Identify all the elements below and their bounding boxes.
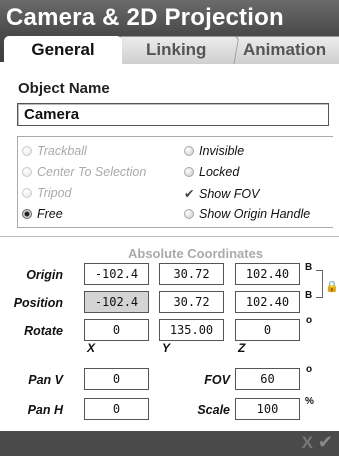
tab-animation[interactable]: Animation bbox=[225, 36, 339, 64]
pan-h-field[interactable]: 0 bbox=[84, 398, 149, 420]
axis-y-label: Y bbox=[162, 341, 171, 355]
toggle-invisible[interactable]: Invisible bbox=[184, 144, 244, 158]
link-bracket bbox=[316, 270, 323, 298]
toggle-locked-label: Locked bbox=[199, 165, 240, 179]
origin-unit: B bbox=[305, 262, 313, 273]
tab-general[interactable]: General bbox=[4, 36, 122, 65]
toggle-locked[interactable]: Locked bbox=[184, 165, 239, 179]
lock-icon[interactable]: 🔒 bbox=[325, 280, 339, 293]
fov-unit: o bbox=[306, 364, 313, 375]
toggle-show-origin-handle-label: Show Origin Handle bbox=[199, 207, 311, 221]
axis-x-label: X bbox=[87, 341, 96, 355]
radio-icon bbox=[22, 167, 32, 177]
toggle-off-icon bbox=[184, 209, 194, 219]
tab-animation-label: Animation bbox=[243, 40, 327, 59]
radio-tripod-label: Tripod bbox=[37, 186, 72, 200]
object-name-field[interactable]: Camera bbox=[17, 103, 329, 126]
origin-label: Origin bbox=[26, 268, 63, 282]
footer-bar: X ✔ bbox=[0, 431, 339, 456]
divider bbox=[0, 236, 339, 237]
position-y-field[interactable]: 30.72 bbox=[159, 291, 224, 313]
origin-x-field[interactable]: -102.4 bbox=[84, 263, 149, 285]
toggle-show-fov[interactable]: ✔ Show FOV bbox=[184, 186, 259, 201]
toggle-off-icon bbox=[184, 146, 194, 156]
position-label: Position bbox=[13, 296, 63, 310]
tab-linking[interactable]: Linking bbox=[112, 36, 240, 64]
scale-field[interactable]: 100 bbox=[235, 398, 300, 420]
toggle-invisible-label: Invisible bbox=[199, 144, 245, 158]
fov-field[interactable]: 60 bbox=[235, 368, 300, 390]
rotate-unit: o bbox=[306, 315, 313, 326]
radio-icon bbox=[22, 188, 32, 198]
radio-center-to-selection: Center To Selection bbox=[22, 165, 146, 179]
pan-v-label: Pan V bbox=[28, 373, 63, 387]
object-name-value: Camera bbox=[24, 106, 80, 123]
fov-label: FOV bbox=[204, 373, 230, 387]
toggle-show-origin-handle[interactable]: Show Origin Handle bbox=[184, 207, 310, 221]
position-z-field[interactable]: 102.40 bbox=[235, 291, 300, 313]
axis-z-label: Z bbox=[238, 341, 246, 355]
position-unit: B bbox=[305, 290, 313, 301]
radio-selected-icon bbox=[22, 209, 32, 219]
object-name-label: Object Name bbox=[18, 80, 110, 97]
rotate-y-field[interactable]: 135.00 bbox=[159, 319, 224, 341]
checkmark-icon: ✔ bbox=[184, 187, 195, 201]
origin-z-field[interactable]: 102.40 bbox=[235, 263, 300, 285]
origin-y-field[interactable]: 30.72 bbox=[159, 263, 224, 285]
cancel-button[interactable]: X bbox=[302, 433, 313, 453]
tab-general-label: General bbox=[31, 40, 95, 59]
radio-tripod: Tripod bbox=[22, 186, 72, 200]
radio-icon bbox=[22, 146, 32, 156]
scale-unit: % bbox=[305, 396, 314, 407]
toggle-off-icon bbox=[184, 167, 194, 177]
radio-free[interactable]: Free bbox=[22, 207, 63, 221]
pan-v-field[interactable]: 0 bbox=[84, 368, 149, 390]
scale-label: Scale bbox=[197, 403, 230, 417]
radio-free-label: Free bbox=[37, 207, 63, 221]
rotate-label: Rotate bbox=[24, 324, 63, 338]
toggle-show-fov-label: Show FOV bbox=[199, 187, 260, 201]
radio-center-to-selection-label: Center To Selection bbox=[37, 165, 147, 179]
absolute-coordinates-label: Absolute Coordinates bbox=[128, 246, 264, 261]
pan-h-label: Pan H bbox=[27, 403, 63, 417]
rotate-x-field[interactable]: 0 bbox=[84, 319, 149, 341]
ok-button[interactable]: ✔ bbox=[318, 432, 333, 453]
rotate-z-field[interactable]: 0 bbox=[235, 319, 300, 341]
radio-trackball: Trackball bbox=[22, 144, 87, 158]
window-title: Camera & 2D Projection bbox=[6, 4, 284, 31]
position-x-field[interactable]: -102.4 bbox=[84, 291, 149, 313]
tab-linking-label: Linking bbox=[145, 40, 207, 59]
radio-trackball-label: Trackball bbox=[37, 144, 87, 158]
